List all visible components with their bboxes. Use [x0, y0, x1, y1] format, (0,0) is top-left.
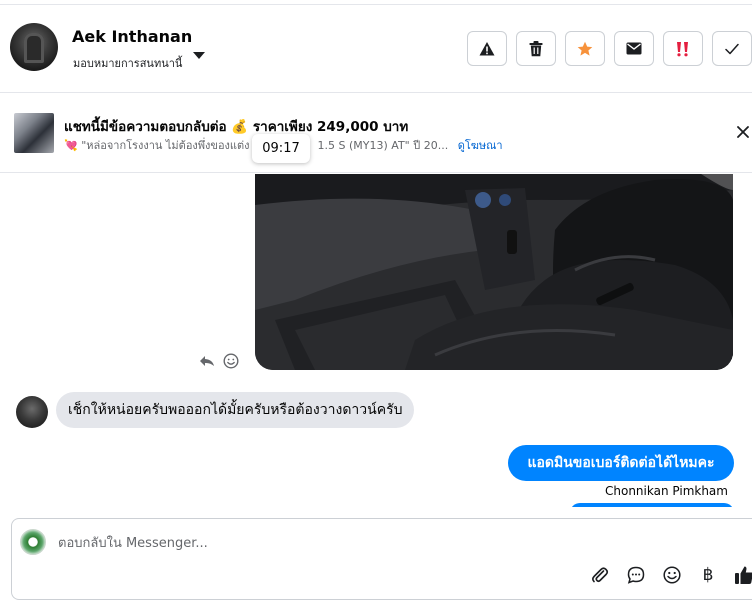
attach-button[interactable]	[590, 565, 610, 585]
report-icon	[479, 41, 495, 55]
report-button[interactable]	[467, 31, 507, 66]
user-name[interactable]: Aek Inthanan	[72, 27, 192, 46]
sender-name: Chonnikan Pimkham	[605, 484, 728, 498]
view-ad-link[interactable]: ดูโฆษณา	[458, 139, 503, 152]
check-icon	[725, 43, 739, 54]
star-button[interactable]	[565, 31, 605, 66]
banner-title: แชทนี้มีข้อความตอบกลับต่อ 💰 ราคาเพียง 24…	[64, 119, 409, 135]
message-thread[interactable]: เช็กให้หน่อยครับพอออกได้มั้ยครับหรือต้อง…	[0, 174, 752, 507]
photo-illustration	[255, 174, 733, 370]
chat-bubble-icon	[627, 566, 645, 584]
action-toolbar	[467, 31, 752, 66]
thumbs-up-icon	[735, 566, 752, 584]
heart-icon: 💘	[64, 139, 78, 152]
page-avatar	[20, 529, 46, 555]
timestamp-tooltip: 09:17	[252, 134, 310, 163]
emoji-icon	[663, 566, 681, 584]
outgoing-message-partial[interactable]	[570, 503, 734, 507]
delete-button[interactable]	[516, 31, 556, 66]
like-button[interactable]	[734, 565, 752, 585]
reply-icon[interactable]	[199, 353, 215, 369]
message-actions	[199, 353, 239, 369]
baht-icon: ฿	[702, 564, 714, 585]
mark-unread-button[interactable]	[614, 31, 654, 66]
trash-icon	[529, 40, 543, 56]
react-emoji-icon[interactable]	[223, 353, 239, 369]
ad-reply-banner: แชทนี้มีข้อความตอบกลับต่อ 💰 ราคาเพียง 24…	[0, 93, 752, 173]
paperclip-icon	[592, 567, 609, 583]
assign-conversation-label[interactable]: มอบหมายการสนทนานี้	[73, 54, 182, 72]
avatar[interactable]	[10, 23, 58, 71]
envelope-icon	[626, 42, 642, 55]
saved-replies-button[interactable]	[626, 565, 646, 585]
composer-tools: ฿	[590, 565, 752, 585]
incoming-message[interactable]: เช็กให้หน่อยครับพอออกได้มั้ยครับหรือต้อง…	[56, 392, 415, 428]
sender-avatar[interactable]	[16, 396, 48, 428]
mark-done-button[interactable]	[712, 31, 752, 66]
conversation-header: Aek Inthanan มอบหมายการสนทนานี้	[0, 5, 752, 92]
spam-icon	[677, 41, 688, 56]
ad-thumbnail[interactable]	[14, 113, 54, 153]
car-interior-photo[interactable]	[255, 174, 733, 370]
emoji-button[interactable]	[662, 565, 682, 585]
spam-button[interactable]	[663, 31, 703, 66]
message-composer: ฿	[11, 518, 752, 600]
ad-caption-end: 1.5 S (MY13) AT" ปี 20...	[317, 139, 449, 152]
reply-input[interactable]	[58, 533, 658, 553]
ad-caption-start: "หล่อจากโรงงาน ไม่ต้องพึ่งของแต่ง	[81, 139, 250, 152]
chevron-down-icon[interactable]	[193, 52, 205, 59]
close-icon[interactable]	[734, 123, 752, 141]
star-icon	[577, 41, 593, 56]
payment-button[interactable]: ฿	[698, 565, 718, 585]
outgoing-message[interactable]: แอดมินขอเบอร์ติดต่อได้ไหมคะ	[508, 445, 734, 481]
